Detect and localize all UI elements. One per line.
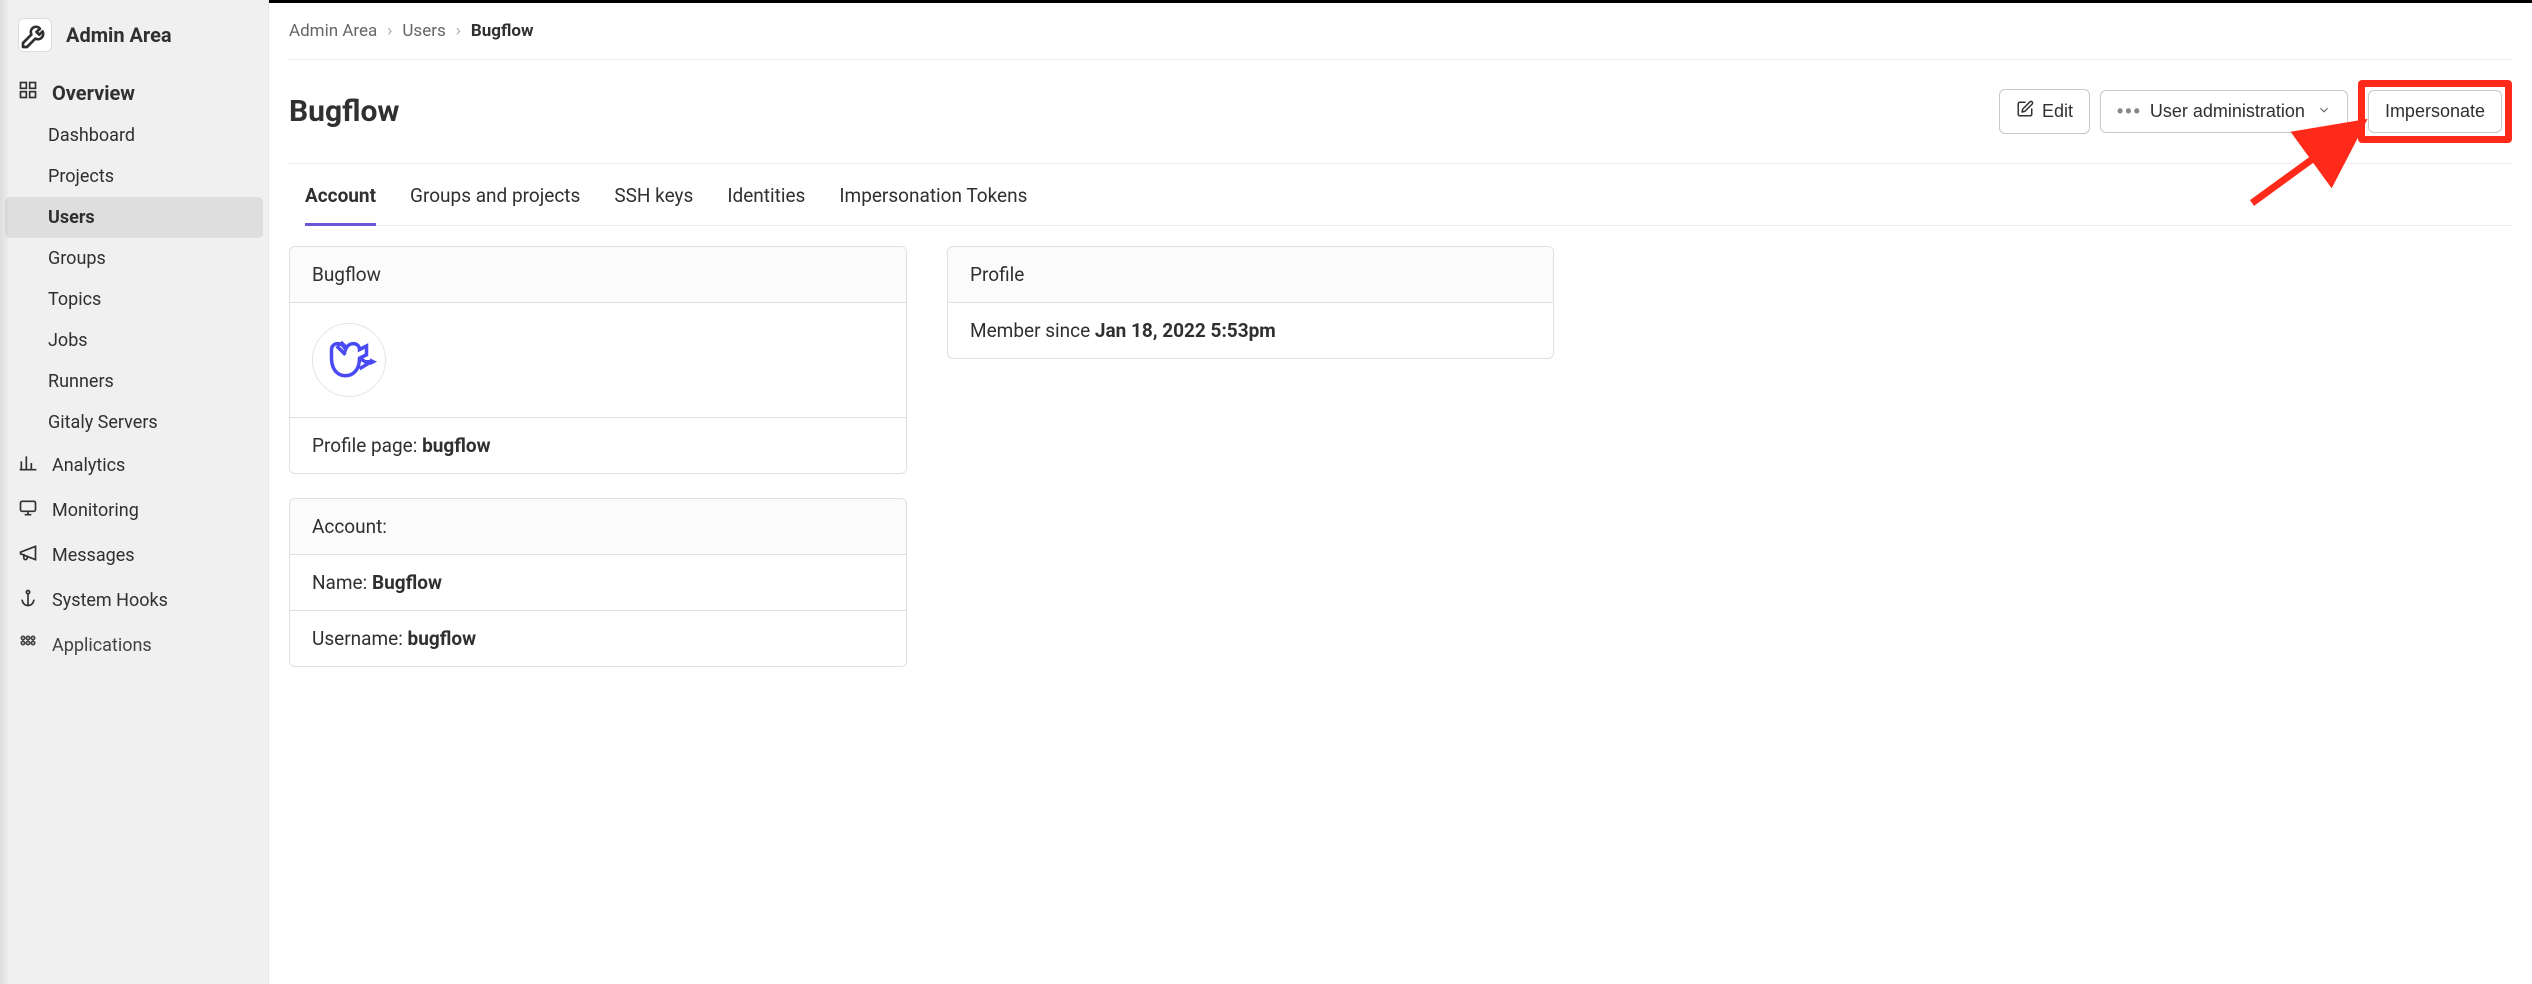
- anchor-icon: [18, 588, 38, 613]
- chevron-right-icon: ›: [456, 21, 461, 41]
- breadcrumb-item[interactable]: Admin Area: [289, 21, 377, 41]
- profile-page-label: Profile page:: [312, 434, 422, 457]
- main-content: Admin Area › Users › Bugflow Bugflow Edi…: [269, 0, 2532, 984]
- sidebar-item-jobs[interactable]: Jobs: [0, 320, 268, 361]
- tab-groups-projects[interactable]: Groups and projects: [410, 184, 580, 225]
- sidebar: Admin Area Overview Dashboard Projects U…: [0, 0, 269, 984]
- title-row: Bugflow Edit ••• User administration Imp…: [289, 60, 2512, 164]
- sidebar-header: Admin Area: [0, 10, 268, 70]
- chevron-right-icon: ›: [387, 21, 392, 41]
- account-card: Account: Name: Bugflow Username: bugflow: [289, 498, 907, 667]
- avatar: [312, 323, 386, 397]
- user-card-head: Bugflow: [290, 247, 906, 303]
- megaphone-icon: [18, 543, 38, 568]
- tabs: Account Groups and projects SSH keys Ide…: [305, 164, 2512, 226]
- right-column: Profile Member since Jan 18, 2022 5:53pm: [947, 246, 1554, 667]
- sidebar-item-monitoring[interactable]: Monitoring: [0, 488, 268, 533]
- page-title: Bugflow: [289, 94, 399, 129]
- account-card-head: Account:: [290, 499, 906, 555]
- user-administration-dropdown[interactable]: ••• User administration: [2100, 90, 2348, 133]
- sidebar-item-users[interactable]: Users: [5, 197, 263, 238]
- left-column: Bugflow Profile page: bug: [289, 246, 907, 667]
- profile-page-value[interactable]: bugflow: [422, 434, 491, 457]
- tab-ssh-keys[interactable]: SSH keys: [614, 184, 693, 225]
- monitor-icon: [18, 498, 38, 523]
- overview-icon: [18, 80, 38, 105]
- edit-button[interactable]: Edit: [1999, 89, 2090, 134]
- grid-icon: [18, 633, 38, 658]
- sidebar-item-analytics[interactable]: Analytics: [0, 443, 268, 488]
- breadcrumb-item[interactable]: Users: [402, 21, 445, 41]
- profile-page-row: Profile page: bugflow: [290, 418, 906, 473]
- tab-identities[interactable]: Identities: [727, 184, 805, 225]
- sidebar-group-overview[interactable]: Overview: [0, 70, 268, 115]
- sidebar-item-dashboard[interactable]: Dashboard: [0, 115, 268, 156]
- member-since-row: Member since Jan 18, 2022 5:53pm: [948, 303, 1553, 358]
- sidebar-item-projects[interactable]: Projects: [0, 156, 268, 197]
- ellipsis-icon: •••: [2117, 101, 2142, 122]
- breadcrumb-current: Bugflow: [471, 21, 534, 41]
- sidebar-item-system-hooks[interactable]: System Hooks: [0, 578, 268, 623]
- wrench-icon: [18, 18, 52, 52]
- sidebar-item-applications[interactable]: Applications: [0, 623, 268, 668]
- content-columns: Bugflow Profile page: bug: [289, 246, 2512, 667]
- user-card: Bugflow Profile page: bug: [289, 246, 907, 474]
- annotation-highlight: Impersonate: [2358, 80, 2512, 143]
- action-buttons: Edit ••• User administration Impersonate: [1999, 80, 2512, 143]
- sidebar-item-gitaly[interactable]: Gitaly Servers: [0, 402, 268, 443]
- sidebar-title: Admin Area: [66, 23, 172, 47]
- avatar-row: [290, 303, 906, 418]
- sidebar-group-label: Overview: [52, 81, 135, 105]
- sidebar-item-topics[interactable]: Topics: [0, 279, 268, 320]
- tab-impersonation-tokens[interactable]: Impersonation Tokens: [839, 184, 1027, 225]
- chevron-down-icon: [2317, 101, 2331, 122]
- account-username-row: Username: bugflow: [290, 611, 906, 666]
- profile-card-head: Profile: [948, 247, 1553, 303]
- sidebar-item-runners[interactable]: Runners: [0, 361, 268, 402]
- chart-icon: [18, 453, 38, 478]
- tab-account[interactable]: Account: [305, 184, 376, 226]
- account-name-row: Name: Bugflow: [290, 555, 906, 611]
- sidebar-item-messages[interactable]: Messages: [0, 533, 268, 578]
- breadcrumb: Admin Area › Users › Bugflow: [289, 3, 2512, 60]
- sidebar-item-groups[interactable]: Groups: [0, 238, 268, 279]
- profile-card: Profile Member since Jan 18, 2022 5:53pm: [947, 246, 1554, 359]
- impersonate-button[interactable]: Impersonate: [2368, 90, 2502, 133]
- pencil-icon: [2016, 100, 2034, 123]
